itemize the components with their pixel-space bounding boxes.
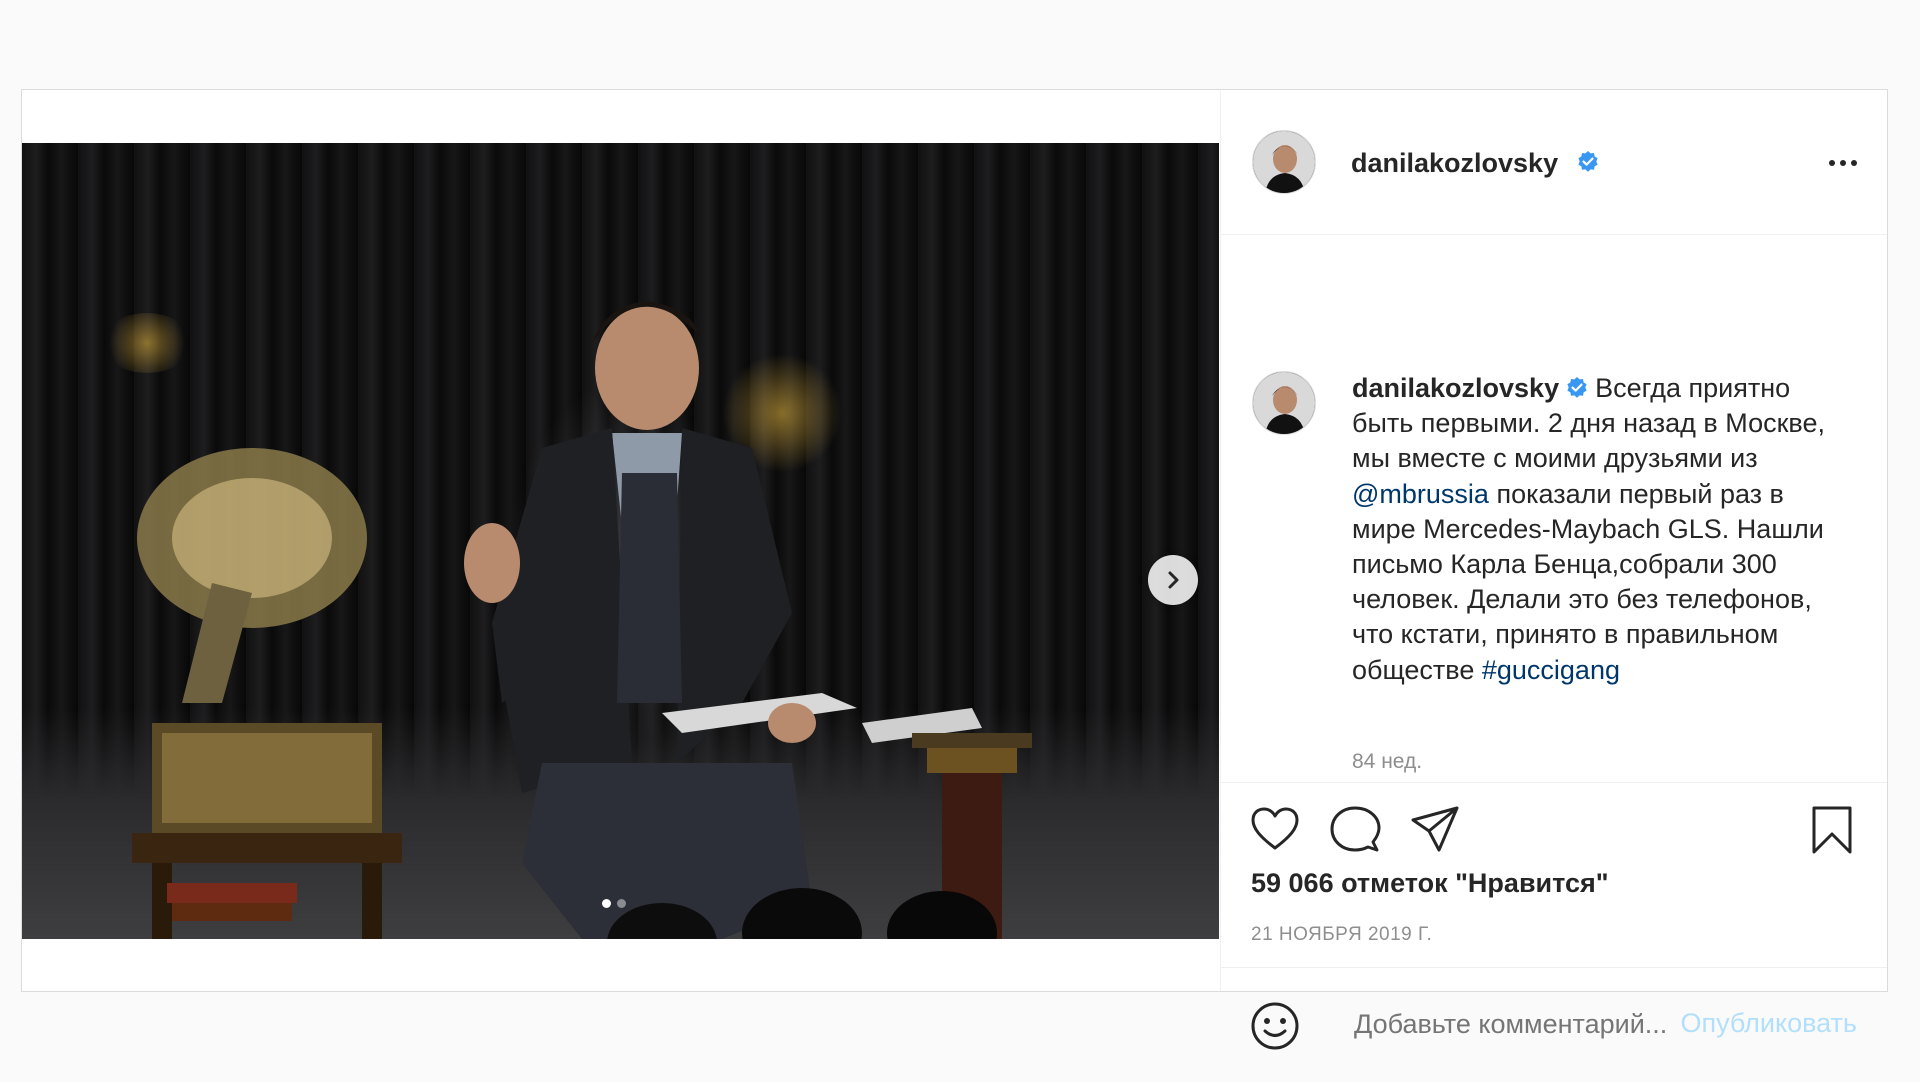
comment-input[interactable]	[1352, 1008, 1686, 1041]
caption-author-username[interactable]: danilakozlovsky	[1352, 373, 1559, 403]
mention-link[interactable]: @mbrussia	[1352, 479, 1489, 509]
caption-author-avatar[interactable]	[1252, 371, 1316, 435]
post-media	[22, 90, 1220, 991]
smiley-icon[interactable]	[1249, 1000, 1301, 1052]
author-avatar[interactable]	[1252, 130, 1316, 194]
carousel-indicator	[602, 899, 626, 908]
verified-badge-icon	[1567, 377, 1587, 398]
post-date[interactable]: 21 НОЯБРЯ 2019 Г.	[1251, 924, 1432, 946]
avatar-image	[1253, 131, 1315, 193]
publish-button[interactable]: Опубликовать	[1680, 1008, 1857, 1039]
carousel-dot	[617, 899, 626, 908]
post-sidebar: danilakozlovsky danilakozlovsky Всегда п…	[1220, 90, 1887, 1050]
post-header: danilakozlovsky	[1221, 90, 1887, 235]
post-card: danilakozlovsky danilakozlovsky Всегда п…	[21, 89, 1888, 1050]
post-photo[interactable]	[22, 143, 1219, 939]
verified-badge-icon	[1578, 151, 1598, 172]
carousel-next-button[interactable]	[1148, 555, 1198, 605]
comment-bar: Опубликовать	[1221, 967, 1887, 1082]
avatar-image	[1253, 372, 1315, 434]
carousel-dot-active	[602, 899, 611, 908]
more-options-button[interactable]	[1829, 160, 1857, 166]
speech-bubble-icon[interactable]	[1329, 804, 1381, 856]
paper-plane-icon[interactable]	[1409, 804, 1461, 856]
actions-divider	[1221, 782, 1887, 783]
like-count[interactable]: 59 066 отметок "Нравится"	[1251, 868, 1609, 899]
heart-icon[interactable]	[1249, 804, 1301, 856]
author-username[interactable]: danilakozlovsky	[1351, 148, 1558, 179]
bookmark-icon[interactable]	[1806, 804, 1858, 856]
scene-illustration	[132, 301, 1032, 939]
chevron-right-icon	[1168, 571, 1179, 589]
caption-timestamp[interactable]: 84 нед.	[1352, 750, 1422, 774]
hashtag-link[interactable]: #guccigang	[1482, 655, 1620, 685]
ellipsis-icon	[1829, 160, 1835, 166]
post-caption: danilakozlovsky Всегда приятно быть перв…	[1352, 371, 1842, 688]
